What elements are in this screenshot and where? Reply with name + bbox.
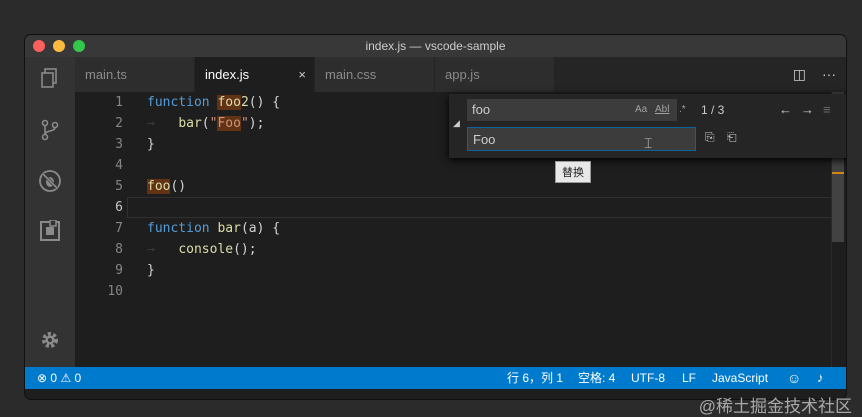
tab-label: app.js bbox=[445, 67, 480, 82]
tab-main-ts[interactable]: main.ts bbox=[75, 57, 195, 92]
feedback-smiley-icon[interactable]: ☺ bbox=[787, 367, 801, 389]
overview-ruler-match bbox=[832, 172, 844, 174]
close-window-button[interactable] bbox=[33, 40, 45, 52]
toggle-replace-icon[interactable]: ◢ bbox=[453, 118, 460, 129]
line-text: } bbox=[147, 137, 155, 152]
window-title: index.js — vscode-sample bbox=[365, 39, 506, 53]
more-actions-icon[interactable]: ··· bbox=[822, 57, 836, 92]
ibeam-cursor-icon: ⌶ bbox=[644, 135, 653, 151]
line-number: 4 bbox=[115, 158, 123, 173]
replace-value: Foo bbox=[473, 132, 496, 147]
code-line: 4 bbox=[75, 155, 846, 176]
warning-count: 0 bbox=[74, 371, 82, 385]
line-text: → console(); bbox=[147, 242, 257, 257]
match-case-icon[interactable]: Aa bbox=[635, 99, 647, 121]
files-icon[interactable] bbox=[38, 67, 62, 91]
notifications-bell-icon[interactable]: ♪ bbox=[817, 367, 824, 389]
indentation[interactable]: 空格: 4 bbox=[578, 367, 615, 389]
code-editor[interactable]: 1 function foo2() { 2 → bar("Foo"); 3 } … bbox=[75, 92, 846, 367]
whole-word-icon[interactable]: Abl bbox=[655, 99, 669, 121]
tab-app-js[interactable]: app.js bbox=[435, 57, 555, 92]
match-count: 1 / 3 bbox=[701, 103, 725, 117]
line-number: 10 bbox=[107, 284, 123, 299]
title-bar: index.js — vscode-sample bbox=[25, 35, 846, 57]
debug-icon[interactable] bbox=[38, 169, 62, 193]
tab-main-css[interactable]: main.css bbox=[315, 57, 435, 92]
line-number: 8 bbox=[115, 242, 123, 257]
tab-label: index.js bbox=[205, 67, 250, 82]
line-number: 9 bbox=[115, 263, 123, 278]
editor-tabs: main.ts index.js × main.css app.js ◫ ··· bbox=[75, 57, 846, 92]
line-number: 7 bbox=[115, 221, 123, 236]
regex-icon[interactable]: .* bbox=[679, 99, 686, 121]
code-line: 7 function bar(a) { bbox=[75, 218, 846, 239]
activity-bar bbox=[25, 57, 75, 367]
find-replace-widget: ◢ foo Aa Abl .* 1 / 3 ← → ≡ ✕ Foo ⌶ ⎘ ⎗ bbox=[449, 94, 846, 158]
line-number: 3 bbox=[115, 137, 123, 152]
maximize-window-button[interactable] bbox=[73, 40, 85, 52]
window-controls bbox=[33, 40, 85, 52]
line-text: } bbox=[147, 263, 155, 278]
tab-label: main.css bbox=[325, 67, 377, 82]
code-line: 8 → console(); bbox=[75, 239, 846, 260]
replace-input[interactable]: Foo ⌶ bbox=[467, 127, 696, 151]
line-text: function bar(a) { bbox=[147, 221, 281, 236]
next-match-icon[interactable]: → bbox=[801, 99, 814, 121]
replace-icon[interactable]: ⎘ bbox=[705, 130, 715, 145]
line-text: function foo2() { bbox=[147, 95, 281, 110]
tab-actions: ◫ ··· bbox=[793, 57, 836, 92]
find-in-selection-icon[interactable]: ≡ bbox=[823, 99, 831, 121]
line-text: foo() bbox=[147, 179, 187, 194]
code-line: 6 bbox=[75, 197, 846, 218]
minimize-window-button[interactable] bbox=[53, 40, 65, 52]
close-icon[interactable]: × bbox=[298, 57, 306, 92]
code-line: 10 bbox=[75, 281, 846, 302]
code-line: 9 } bbox=[75, 260, 846, 281]
split-editor-icon[interactable]: ◫ bbox=[793, 57, 806, 92]
source-control-icon[interactable] bbox=[38, 119, 62, 143]
line-number: 6 bbox=[115, 200, 123, 215]
code-line: 5 foo() bbox=[75, 176, 846, 197]
tab-index-js[interactable]: index.js × bbox=[195, 57, 315, 92]
error-count: 0 bbox=[50, 371, 58, 385]
vscode-window: index.js — vscode-sample main.ts index.j… bbox=[25, 35, 846, 399]
problems-indicator[interactable]: ⊗ 0 ⚠ 0 bbox=[37, 367, 81, 389]
cursor-position[interactable]: 行 6，列 1 bbox=[507, 367, 563, 389]
replace-tooltip: 替换 bbox=[555, 161, 591, 183]
end-of-line[interactable]: LF bbox=[682, 367, 696, 389]
settings-gear-icon[interactable] bbox=[38, 329, 62, 353]
previous-match-icon[interactable]: ← bbox=[779, 99, 792, 121]
replace-all-icon[interactable]: ⎗ bbox=[727, 130, 737, 145]
line-text: → bar("Foo"); bbox=[147, 116, 265, 131]
line-number: 2 bbox=[115, 116, 123, 131]
error-icon: ⊗ bbox=[37, 371, 48, 385]
status-bar: ⊗ 0 ⚠ 0 行 6，列 1 空格: 4 UTF-8 LF JavaScrip… bbox=[25, 367, 846, 389]
watermark: @稀土掘金技术社区 bbox=[698, 397, 852, 416]
tab-label: main.ts bbox=[85, 67, 127, 82]
language-mode[interactable]: JavaScript bbox=[712, 367, 768, 389]
line-number: 5 bbox=[115, 179, 123, 194]
line-number: 1 bbox=[115, 95, 123, 110]
extensions-icon[interactable] bbox=[38, 219, 62, 244]
encoding[interactable]: UTF-8 bbox=[631, 367, 665, 389]
warning-icon: ⚠ bbox=[60, 371, 72, 385]
